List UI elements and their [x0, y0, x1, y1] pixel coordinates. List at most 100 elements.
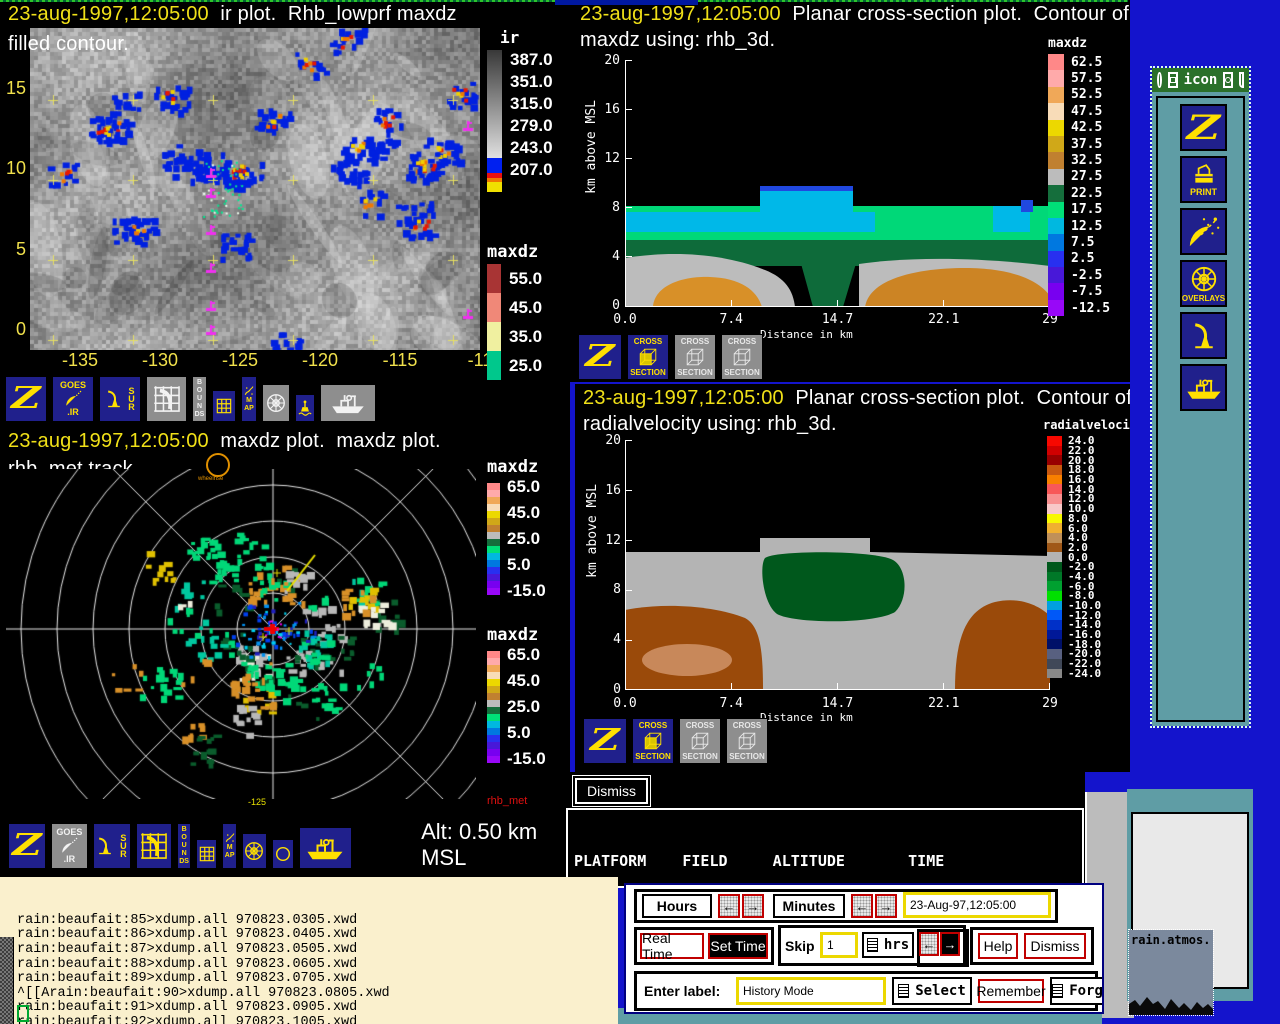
- zeb-logo-button[interactable]: Z: [5, 376, 47, 422]
- minutes-forward-button[interactable]: →: [875, 894, 897, 918]
- y-tick-label: 8: [612, 200, 620, 215]
- x-tick-label: -130: [130, 350, 190, 371]
- grid-radar-button[interactable]: [146, 376, 187, 422]
- time-control-panel: Hours ← → Minutes ← → Real Time Set Time…: [624, 883, 1104, 1014]
- skip-back-button[interactable]: ←: [919, 932, 939, 956]
- surveillance-button[interactable]: SUR: [93, 823, 131, 869]
- hours-back-button[interactable]: ←: [718, 894, 740, 918]
- grid-button[interactable]: [212, 390, 236, 422]
- skip-input[interactable]: [820, 932, 858, 958]
- radar-button[interactable]: [1180, 312, 1227, 359]
- goes-ir-button[interactable]: GOES .IR: [51, 823, 89, 869]
- label-input[interactable]: [736, 977, 886, 1005]
- ship-button[interactable]: [320, 384, 376, 422]
- zeb-logo-button[interactable]: Z: [8, 823, 46, 869]
- ship-button[interactable]: [1180, 364, 1227, 411]
- radar-ppi-display[interactable]: [6, 469, 476, 799]
- select-menu-button[interactable]: Select: [892, 977, 972, 1005]
- x-ticks: 0.07.414.722.129: [605, 312, 1070, 327]
- maxdz-colorbar: [487, 483, 500, 595]
- remember-button[interactable]: Remember: [978, 979, 1044, 1003]
- icon-window-titlebar[interactable]: icon: [1152, 68, 1249, 92]
- cross-section-button[interactable]: CROSS SECTION: [721, 334, 763, 380]
- goes-ir-button[interactable]: GOES .IR: [52, 376, 94, 422]
- y-tick-label: 5: [0, 239, 26, 260]
- colorbar-swatch: [487, 525, 500, 532]
- y-tick-label: 8: [613, 582, 621, 597]
- grid-button[interactable]: [196, 839, 218, 869]
- time-input[interactable]: [903, 892, 1051, 918]
- radar-antenna-icon: [1189, 320, 1219, 352]
- x-axis-label: Distance in km: [760, 328, 853, 341]
- compass-rose-icon: [265, 392, 287, 414]
- buoy-button[interactable]: [295, 394, 315, 422]
- radar-x-tick: -125: [248, 797, 266, 807]
- zeb-logo-button[interactable]: Z: [1180, 104, 1227, 151]
- help-button[interactable]: Help: [978, 933, 1018, 959]
- terminal-window[interactable]: rain:beaufait:85>xdump.all 970823.0305.x…: [0, 877, 618, 1024]
- map-button[interactable]: MAP: [222, 823, 236, 869]
- hours-forward-button[interactable]: →: [742, 894, 764, 918]
- real-time-button[interactable]: Real Time: [640, 933, 704, 959]
- colorbar-labels: 65.045.025.05.0-15.0: [507, 477, 546, 601]
- menu-icon: [898, 984, 909, 998]
- cross-section-button-active[interactable]: CROSS SECTION: [632, 718, 674, 764]
- overlays-button[interactable]: OVERLAYS: [1180, 260, 1227, 307]
- track-platform-label: rhb_met: [487, 795, 527, 807]
- zeb-logo-button[interactable]: Z: [583, 718, 627, 764]
- movie-button[interactable]: [1180, 208, 1227, 255]
- y-tick-label: 12: [604, 151, 620, 166]
- colorbar-swatch: [487, 728, 500, 735]
- skip-forward-button[interactable]: →: [940, 932, 960, 956]
- map-button[interactable]: MAP: [241, 376, 257, 422]
- terminal-line: rain:beaufait:86>xdump.all 970823.0405.x…: [17, 928, 390, 943]
- overlay-rose-button[interactable]: [262, 384, 290, 422]
- station-label: wheelhse: [198, 476, 223, 482]
- hours-button[interactable]: Hours: [642, 894, 712, 918]
- bounds-button[interactable]: BOUNDS: [192, 376, 207, 422]
- terminal-line: ^[[Arain:beaufait:90>xdump.all 970823.08…: [17, 987, 390, 1002]
- dismiss-button[interactable]: Dismiss: [575, 778, 648, 804]
- terminal-scrollbar[interactable]: [0, 937, 14, 1024]
- overlay-rose-button[interactable]: [242, 833, 267, 869]
- cross-section-button-active[interactable]: CROSS SECTION: [627, 334, 669, 380]
- window-iconify-icon[interactable]: [1168, 72, 1178, 88]
- compass-rose-icon: [243, 840, 265, 862]
- window-button-icon[interactable]: [1223, 72, 1233, 88]
- minutes-button[interactable]: Minutes: [773, 894, 845, 918]
- window-title: 23-aug-1997,12:05:00 Planar cross-sectio…: [583, 387, 1130, 410]
- cross-section-plot[interactable]: [625, 60, 1050, 307]
- title-line2: filled contour.: [8, 33, 129, 56]
- terminal-line: rain:beaufait:91>xdump.all 970823.0905.x…: [17, 1001, 390, 1016]
- zeb-logo-button[interactable]: Z: [578, 334, 622, 380]
- cross-section-plot[interactable]: [625, 440, 1050, 690]
- colorbar-swatch: [487, 658, 500, 665]
- skip-units-menu[interactable]: hrs: [862, 932, 914, 958]
- cross-section-button[interactable]: CROSS SECTION: [679, 718, 721, 764]
- set-time-button[interactable]: Set Time: [708, 933, 768, 959]
- window-menu-icon[interactable]: [1157, 72, 1162, 88]
- bounds-button[interactable]: BOUNDS: [177, 823, 191, 869]
- grid-icon: [214, 396, 234, 416]
- print-button[interactable]: PRINT: [1180, 156, 1227, 203]
- ship-button[interactable]: [299, 827, 353, 869]
- grid-radar-button[interactable]: [136, 823, 173, 869]
- forget-menu-button[interactable]: Forget: [1050, 977, 1104, 1005]
- window-ir-plot: 23-aug-1997,12:05:00 ir plot. Rhb_lowprf…: [0, 0, 570, 427]
- colorbar-label: 45.0: [507, 503, 546, 523]
- surveillance-button[interactable]: SUR: [99, 376, 141, 422]
- colorbar-label: -15.0: [507, 749, 546, 769]
- window-title: 23-aug-1997,12:05:00 ir plot. Rhb_lowprf…: [8, 3, 457, 26]
- panel-dismiss-button[interactable]: Dismiss: [1024, 933, 1086, 959]
- window-maximize-icon[interactable]: [1239, 72, 1244, 88]
- rain-atmos-icon-window[interactable]: rain.atmos.: [1129, 930, 1213, 1015]
- colorbar-label: 65.0: [507, 645, 546, 665]
- satellite-image[interactable]: [30, 28, 480, 350]
- colorbar-swatch: [487, 567, 500, 574]
- minutes-back-button[interactable]: ←: [851, 894, 873, 918]
- colorbar-label: 5.0: [507, 555, 546, 575]
- cross-section-button[interactable]: CROSS SECTION: [726, 718, 768, 764]
- circle-button[interactable]: [272, 839, 294, 869]
- cross-section-button[interactable]: CROSS SECTION: [674, 334, 716, 380]
- colorbar-row: 47.5: [1048, 103, 1110, 119]
